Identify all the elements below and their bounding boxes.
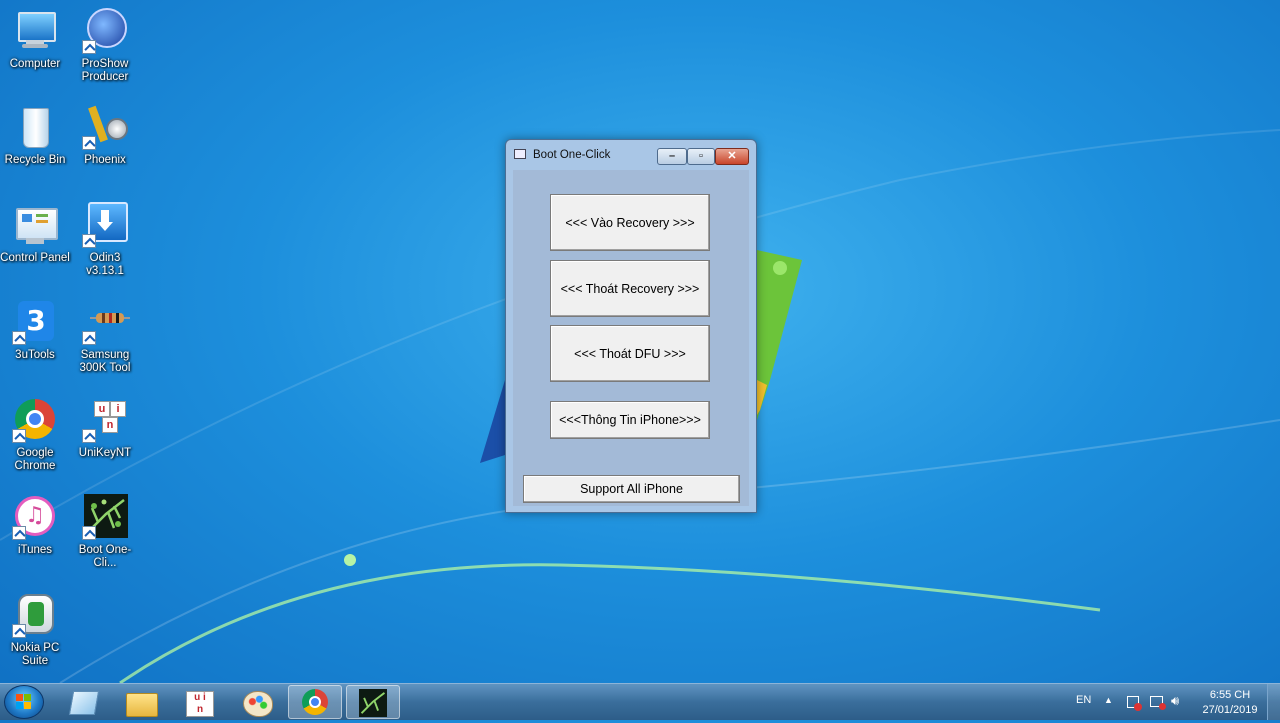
network-icon[interactable] xyxy=(1150,696,1166,710)
clock-time: 6:55 CH xyxy=(1209,689,1251,701)
maximize-button[interactable]: ▫ xyxy=(687,148,715,165)
desktop-icon-control-panel[interactable]: Control Panel xyxy=(0,202,70,265)
desktop-icon-label: Nokia PC Suite xyxy=(10,642,60,667)
desktop-icon-label: UniKeyNT xyxy=(78,447,132,459)
desktop-icon-itunes[interactable]: ♫ iTunes xyxy=(0,494,70,557)
taskbar-item-chrome[interactable] xyxy=(288,685,342,719)
window-titlebar[interactable]: Boot One-Click – ▫ ✕ xyxy=(506,140,756,170)
volume-icon[interactable]: 🔊︎ xyxy=(1171,693,1179,709)
window-client-area: <<< Vào Recovery >>> <<< Thoát Recovery … xyxy=(513,170,749,506)
desktop-icon-boot-one-click[interactable]: Boot One-Cli... xyxy=(70,494,140,570)
close-button[interactable]: ✕ xyxy=(715,148,749,165)
desktop-icon-odin3[interactable]: Odin3 v3.13.1 xyxy=(70,202,140,278)
desktop-icon-nokia-pc-suite[interactable]: Nokia PC Suite xyxy=(0,592,70,668)
desktop-icon-label: Google Chrome xyxy=(14,447,56,472)
itunes-icon: ♫ xyxy=(12,494,58,540)
desktop-icon-label: iTunes xyxy=(17,544,53,556)
taskbar: u in EN ▲ 🔊︎ 6:55 CH 27/01/2019 xyxy=(0,683,1280,720)
show-hidden-icons-icon[interactable]: ▲ xyxy=(1104,695,1113,705)
control-panel-icon xyxy=(12,202,58,248)
language-indicator[interactable]: EN xyxy=(1076,694,1091,706)
support-all-iphone-button[interactable]: Support All iPhone xyxy=(523,475,740,503)
odin3-icon xyxy=(82,202,128,248)
start-button[interactable] xyxy=(4,685,44,719)
desktop-icon-computer[interactable]: Computer xyxy=(0,8,70,71)
boot-one-click-icon xyxy=(82,494,128,540)
chrome-icon xyxy=(12,397,58,443)
desktop-icon-recycle-bin[interactable]: Recycle Bin xyxy=(0,104,70,167)
chrome-icon-center xyxy=(309,696,321,708)
boot-one-click-window: Boot One-Click – ▫ ✕ <<< Vào Recovery >>… xyxy=(505,139,757,513)
boot-one-click-icon xyxy=(359,689,387,717)
thoat-recovery-button[interactable]: <<< Thoát Recovery >>> xyxy=(550,260,710,317)
computer-icon xyxy=(12,8,58,54)
desktop-icon-label: Control Panel xyxy=(0,252,70,264)
network-error-icon xyxy=(1159,703,1166,710)
desktop-icon-label: Odin3 v3.13.1 xyxy=(86,252,124,277)
app-icon xyxy=(514,149,526,159)
3utools-icon: 3 xyxy=(12,299,58,345)
vao-recovery-button[interactable]: <<< Vào Recovery >>> xyxy=(550,194,710,251)
desktop-icon-3utools[interactable]: 3 3uTools xyxy=(0,299,70,362)
taskbar-item-boot-one-click[interactable] xyxy=(346,685,400,719)
taskbar-item-unikey[interactable]: u in xyxy=(172,685,226,719)
desktop-icon-label: Samsung 300K Tool xyxy=(79,349,131,374)
thoat-dfu-button[interactable]: <<< Thoát DFU >>> xyxy=(550,325,710,382)
recycle-bin-icon xyxy=(12,104,58,150)
desktop-icon-samsung-300k-tool[interactable]: Samsung 300K Tool xyxy=(70,299,140,375)
taskbar-item-file-explorer[interactable] xyxy=(114,685,168,719)
window-title: Boot One-Click xyxy=(533,149,611,161)
palette-icon xyxy=(243,691,273,717)
unikey-icon: u i n xyxy=(82,397,128,443)
desktop-icon-label: ProShow Producer xyxy=(81,58,129,83)
clock-date: 27/01/2019 xyxy=(1202,704,1258,716)
show-desktop-button[interactable] xyxy=(1267,684,1280,720)
action-center-flag-icon[interactable] xyxy=(1127,696,1142,711)
desktop-icon-label: Computer xyxy=(9,58,61,70)
window-glass-icon xyxy=(68,691,100,715)
maximize-icon: ▫ xyxy=(699,150,703,162)
error-x-icon xyxy=(1134,703,1142,711)
minimize-button[interactable]: – xyxy=(657,148,687,165)
close-icon: ✕ xyxy=(727,150,737,162)
thong-tin-iphone-button[interactable]: <<<Thông Tin iPhone>>> xyxy=(550,401,710,439)
desktop-icon-google-chrome[interactable]: Google Chrome xyxy=(0,397,70,473)
proshow-icon xyxy=(82,8,128,54)
minimize-icon: – xyxy=(668,150,676,162)
desktop-icon-phoenix[interactable]: Phoenix xyxy=(70,104,140,167)
desktop-icon-label: Phoenix xyxy=(84,154,126,166)
desktop-icon-label: Boot One-Cli... xyxy=(78,544,132,569)
desktop-icon-unikeynt[interactable]: u i n UniKeyNT xyxy=(70,397,140,460)
unikey-icon: u in xyxy=(186,691,214,717)
samsung-tool-icon xyxy=(82,299,130,345)
desktop-icon-label: 3uTools xyxy=(15,349,55,361)
desktop-icon-proshow-producer[interactable]: ProShow Producer xyxy=(70,8,140,84)
desktop-icon-label: Recycle Bin xyxy=(4,154,66,166)
folder-icon xyxy=(126,693,158,717)
taskbar-item-paint[interactable] xyxy=(230,685,284,719)
system-clock[interactable]: 6:55 CH 27/01/2019 xyxy=(1190,688,1270,718)
nokia-pc-suite-icon xyxy=(12,592,58,638)
phoenix-icon xyxy=(82,104,128,150)
taskbar-item-explorer-window[interactable] xyxy=(57,685,111,719)
windows-logo-icon xyxy=(16,694,31,709)
